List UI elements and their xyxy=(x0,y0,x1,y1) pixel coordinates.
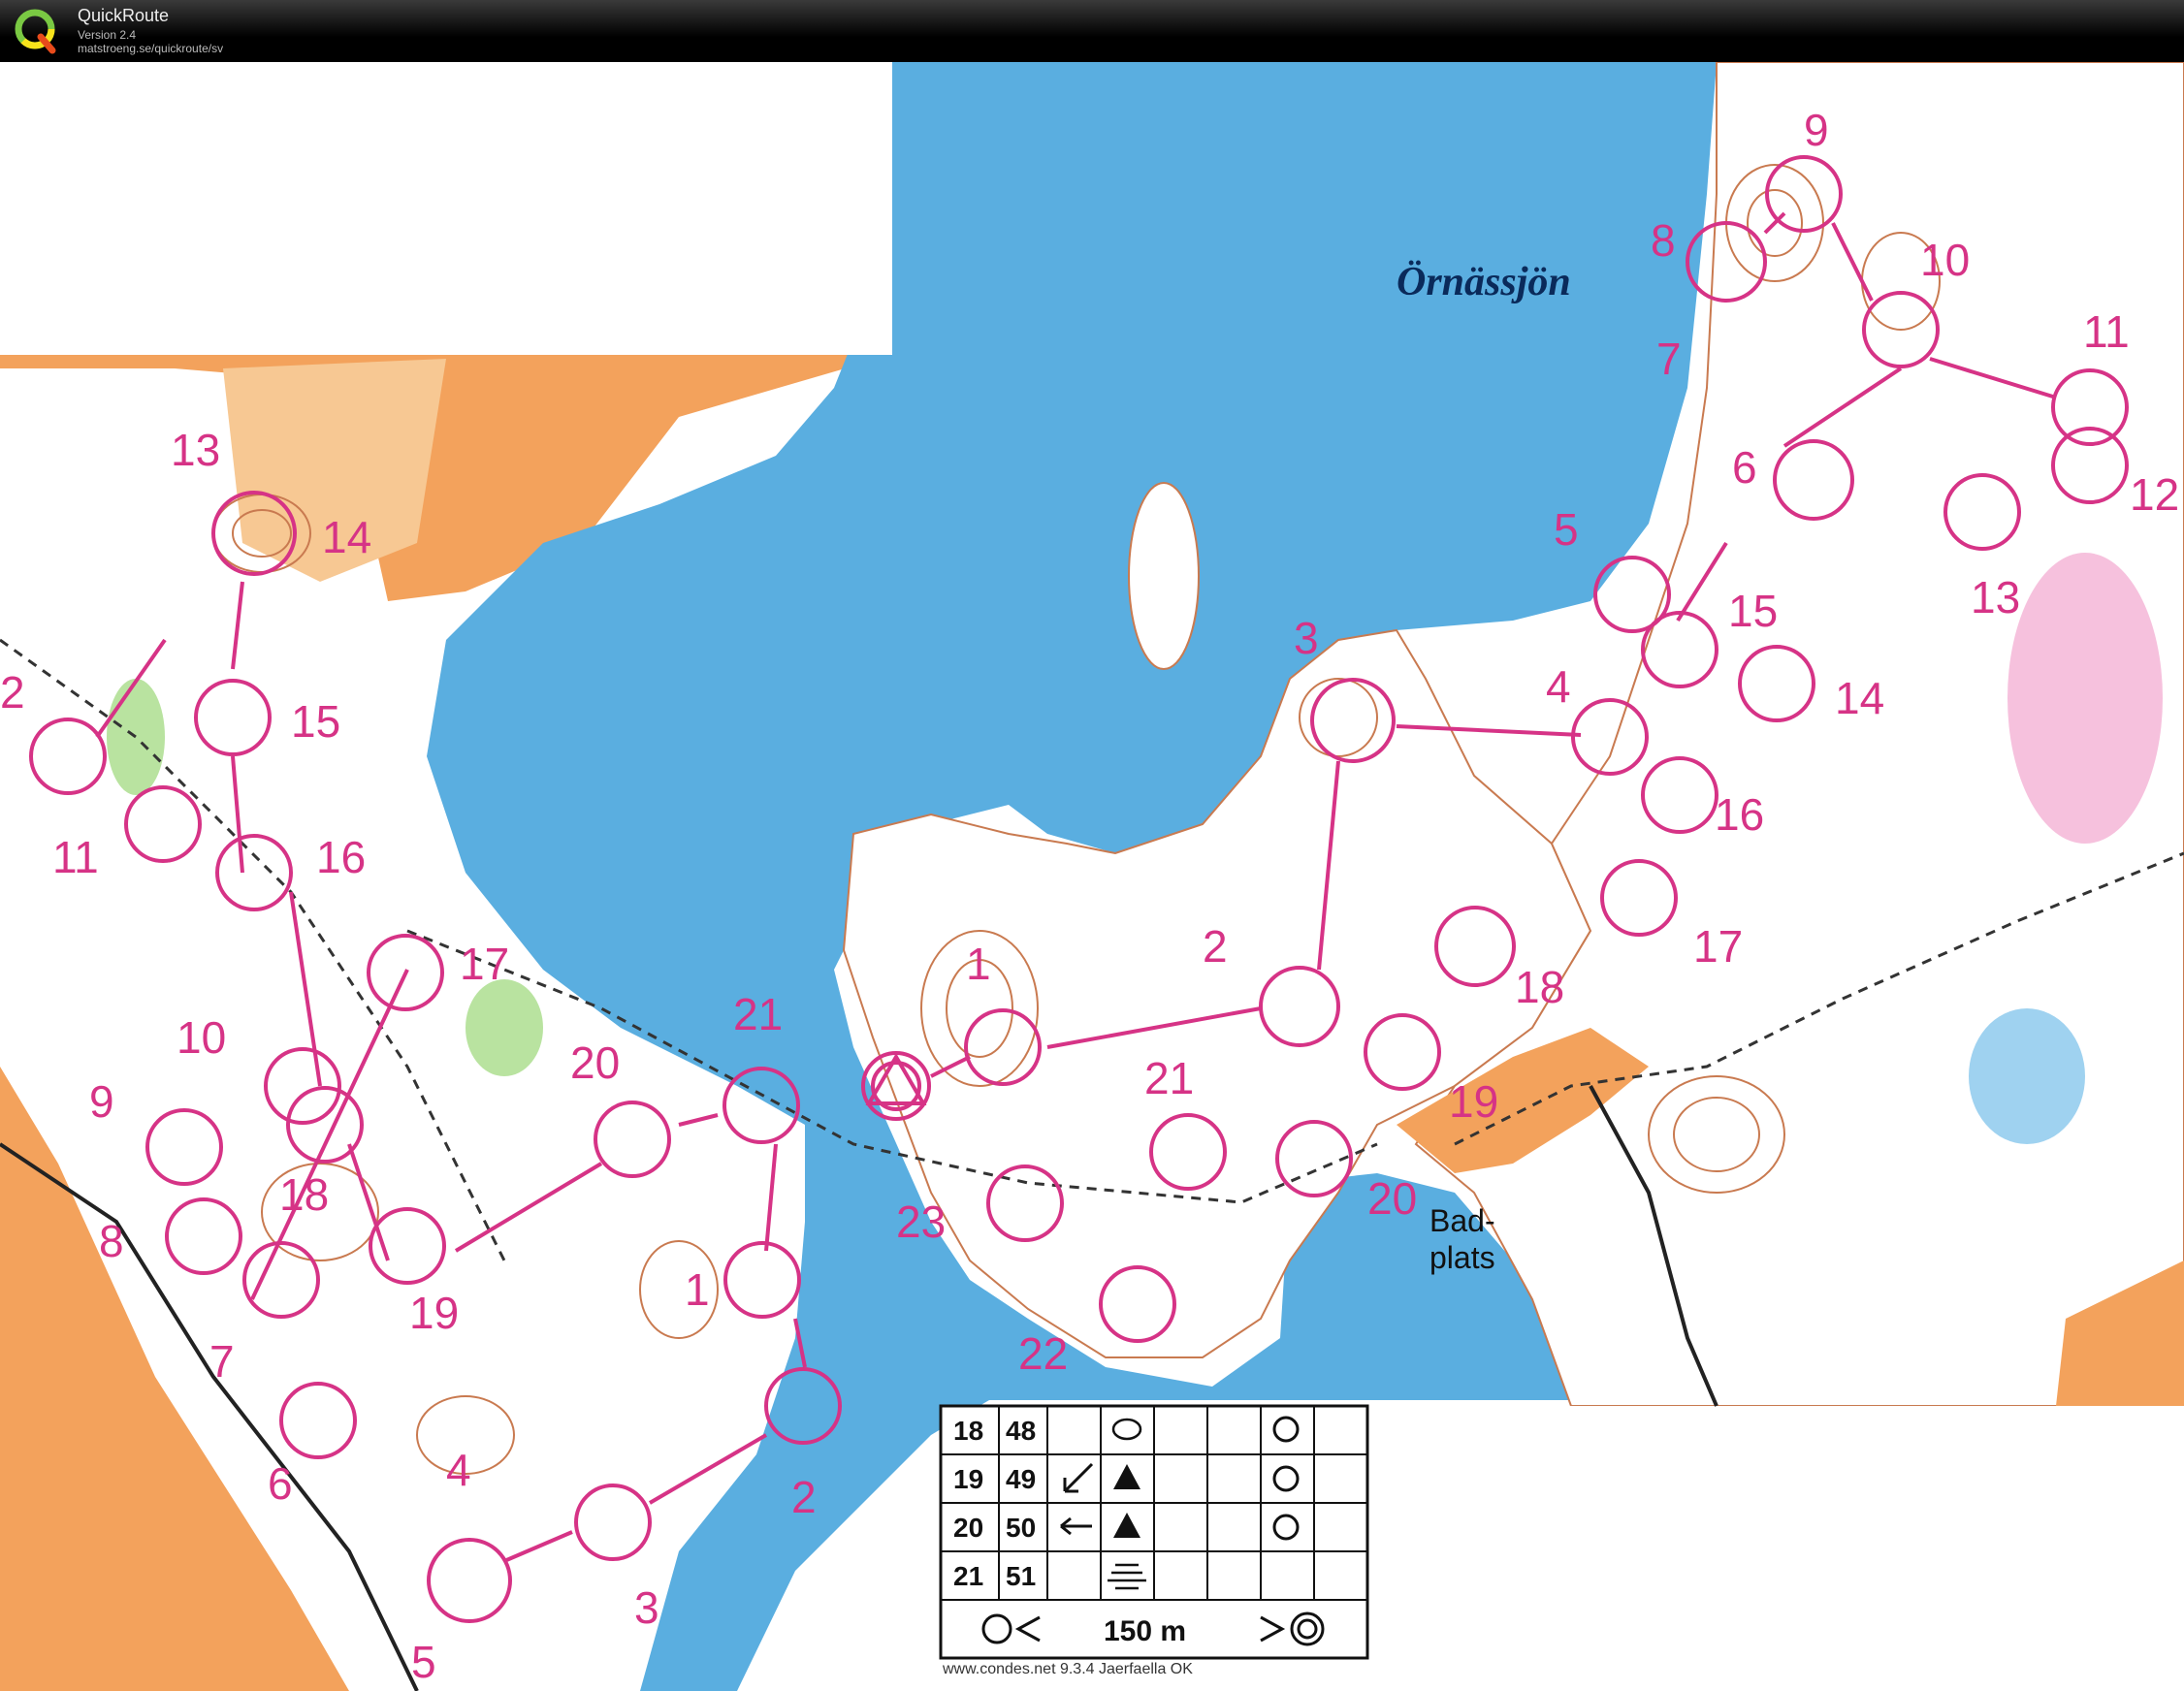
restricted-area xyxy=(2007,553,2163,844)
quickroute-logo-icon xyxy=(15,9,56,54)
control-number: 8 xyxy=(1651,215,1676,266)
control-number: 13 xyxy=(171,425,220,475)
app-url: matstroeng.se/quickroute/sv xyxy=(78,42,224,55)
control-number: 22 xyxy=(1018,1328,1068,1379)
control-number: 15 xyxy=(291,696,340,747)
control-number: 20 xyxy=(570,1037,620,1088)
control-number: 17 xyxy=(460,939,509,989)
green-vegetation xyxy=(466,979,543,1076)
legend-control-code: 48 xyxy=(1006,1416,1036,1446)
control-number: 7 xyxy=(209,1336,235,1387)
legend-control-number: 21 xyxy=(953,1561,983,1591)
app-version: Version 2.4 xyxy=(78,28,137,42)
control-number: 6 xyxy=(268,1458,293,1509)
legend-control-code: 49 xyxy=(1006,1464,1036,1494)
control-number: 5 xyxy=(1554,504,1579,555)
control-number: 2 xyxy=(791,1472,817,1522)
control-number: 20 xyxy=(1367,1173,1417,1224)
control-number: 21 xyxy=(1144,1053,1194,1103)
control-number: 2 xyxy=(0,667,25,718)
control-number: 15 xyxy=(1728,586,1778,636)
control-number: 1 xyxy=(966,939,991,989)
control-number: 6 xyxy=(1732,442,1757,493)
control-number: 16 xyxy=(316,832,366,882)
place-label-line-2: plats xyxy=(1429,1240,1495,1275)
control-number: 23 xyxy=(896,1196,946,1247)
control-number: 3 xyxy=(634,1582,659,1633)
control-number: 18 xyxy=(279,1169,329,1220)
control-number: 14 xyxy=(1835,673,1884,723)
control-number: 7 xyxy=(1656,334,1682,384)
legend-control-code: 50 xyxy=(1006,1513,1036,1543)
legend-control-number: 19 xyxy=(953,1464,983,1494)
control-number: 9 xyxy=(1804,105,1829,155)
blank-area-top-left xyxy=(0,62,892,355)
control-number: 12 xyxy=(2130,469,2179,520)
green-vegetation xyxy=(107,679,165,795)
control-number: 10 xyxy=(1920,235,1970,285)
control-number: 16 xyxy=(1715,789,1764,840)
control-number: 18 xyxy=(1515,962,1564,1012)
control-number: 4 xyxy=(1546,661,1571,712)
lake-name: Örnässjön xyxy=(1397,260,1571,304)
legend-distance: 150 m xyxy=(1104,1615,1186,1647)
control-number: 2 xyxy=(1203,921,1228,972)
control-number: 13 xyxy=(1971,572,2020,622)
blank-area-bottom-right xyxy=(1377,1406,2184,1691)
island xyxy=(1128,482,1200,670)
orienteering-map[interactable]: 2 11 13 14 15 16 17 10 9 18 8 19 7 6 4 5… xyxy=(0,62,2184,1691)
control-number: 9 xyxy=(89,1076,114,1127)
legend-footer: www.condes.net 9.3.4 Jaerfaella OK xyxy=(942,1661,1193,1677)
control-number: 4 xyxy=(446,1445,471,1495)
control-number: 19 xyxy=(409,1288,459,1338)
control-number: 17 xyxy=(1693,921,1743,972)
marsh xyxy=(1969,1008,2085,1144)
control-number: 5 xyxy=(411,1637,436,1687)
control-legend: 18 48 19 49 20 50 21 51 150 m www.condes… xyxy=(939,1404,1369,1677)
control-number: 11 xyxy=(52,832,99,882)
control-number: 19 xyxy=(1449,1076,1498,1127)
control-number: 1 xyxy=(685,1264,710,1315)
control-number: 8 xyxy=(99,1216,124,1266)
control-number: 11 xyxy=(2083,306,2130,357)
legend-control-number: 20 xyxy=(953,1513,983,1543)
legend-control-number: 18 xyxy=(953,1416,983,1446)
control-number: 10 xyxy=(177,1012,226,1063)
control-number: 14 xyxy=(322,512,371,562)
app-name: QuickRoute xyxy=(78,6,170,25)
title-bar: QuickRoute Version 2.4 matstroeng.se/qui… xyxy=(0,0,2184,62)
legend-control-code: 51 xyxy=(1006,1561,1036,1591)
control-number: 21 xyxy=(733,989,783,1039)
place-label-line-1: Bad- xyxy=(1429,1203,1495,1238)
control-number: 3 xyxy=(1294,613,1319,663)
